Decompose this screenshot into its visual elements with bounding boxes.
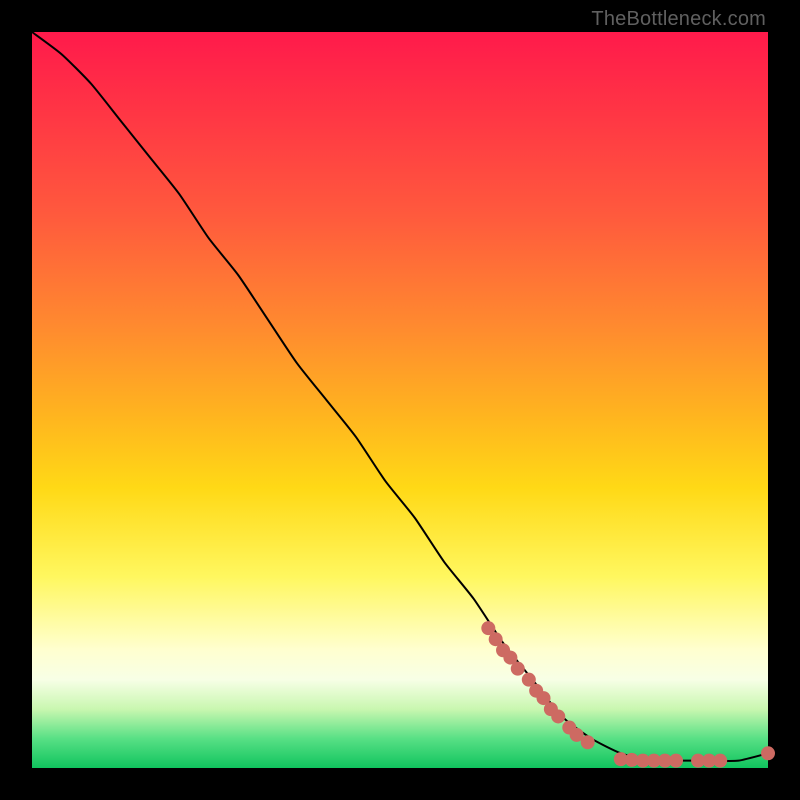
data-marker [713,754,727,768]
watermark-text: TheBottleneck.com [591,8,766,31]
chart-frame: TheBottleneck.com [0,0,800,800]
data-markers [481,621,775,767]
bottleneck-curve [32,32,768,761]
data-marker [761,746,775,760]
plot-area [32,32,768,768]
data-marker [669,754,683,768]
curve-layer [32,32,768,768]
data-marker [581,735,595,749]
data-marker [511,662,525,676]
data-marker [551,709,565,723]
